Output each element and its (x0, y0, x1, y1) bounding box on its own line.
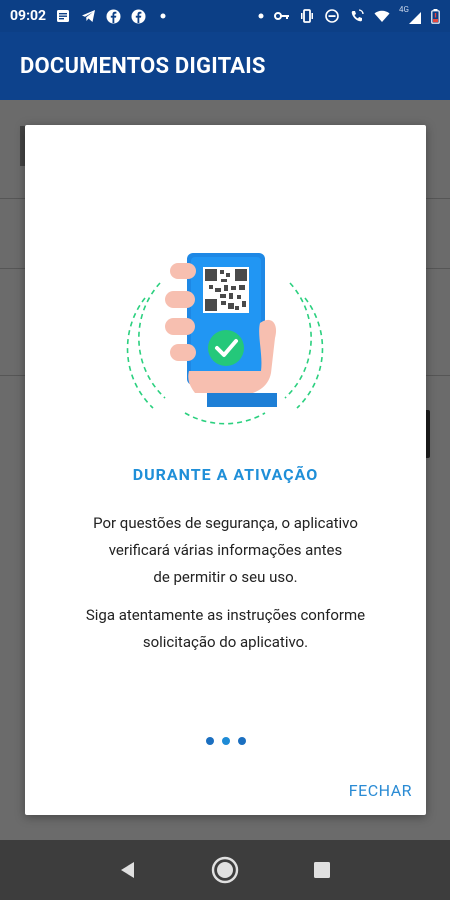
activation-info-dialog: DURANTE A ATIVAÇÃO Por questões de segur… (25, 125, 426, 815)
wifi-call-icon (349, 8, 365, 24)
security-info-paragraph: Por questões de segurança, o aplicativo … (55, 510, 396, 591)
page-dot[interactable] (205, 737, 214, 745)
app-bar: DOCUMENTOS DIGITAIS (0, 32, 450, 100)
status-right: 4G (257, 5, 440, 24)
phone-activation-illustration (125, 243, 325, 433)
dot-icon (155, 8, 171, 24)
status-bar: 09:02 4G (0, 0, 450, 32)
page-indicator (25, 737, 426, 745)
status-left: 09:02 (10, 8, 171, 24)
status-time: 09:02 (10, 8, 47, 24)
paragraph-line: Por questões de segurança, o aplicativo (93, 514, 358, 532)
paragraph-line: de permitir o seu uso. (153, 568, 298, 586)
app-title: DOCUMENTOS DIGITAIS (20, 53, 266, 79)
dot-icon (257, 8, 265, 24)
signal-icon: 4G (399, 5, 421, 24)
close-button[interactable]: FECHAR (349, 781, 412, 800)
instructions-paragraph: Siga atentamente as instruções conforme … (55, 602, 396, 656)
wifi-icon (374, 8, 390, 24)
vibrate-icon (299, 8, 315, 24)
recents-icon[interactable] (302, 850, 342, 890)
battery-low-icon (430, 8, 440, 24)
paragraph-line: solicitação do aplicativo. (142, 633, 309, 651)
network-type-label: 4G (399, 5, 409, 14)
home-icon[interactable] (205, 850, 245, 890)
system-nav-bar (0, 840, 450, 900)
page-dot[interactable] (237, 737, 246, 745)
back-icon[interactable] (108, 850, 148, 890)
facebook-icon (105, 8, 121, 24)
paragraph-line: Siga atentamente as instruções conforme (85, 606, 366, 624)
page-dot-active[interactable] (221, 737, 230, 745)
facebook-icon (130, 8, 146, 24)
dnd-icon (324, 8, 340, 24)
message-icon (55, 8, 71, 24)
telegram-icon (80, 8, 96, 24)
key-icon (274, 8, 290, 24)
paragraph-line: verificará várias informações antes (108, 541, 343, 559)
dialog-heading: DURANTE A ATIVAÇÃO (132, 465, 319, 484)
